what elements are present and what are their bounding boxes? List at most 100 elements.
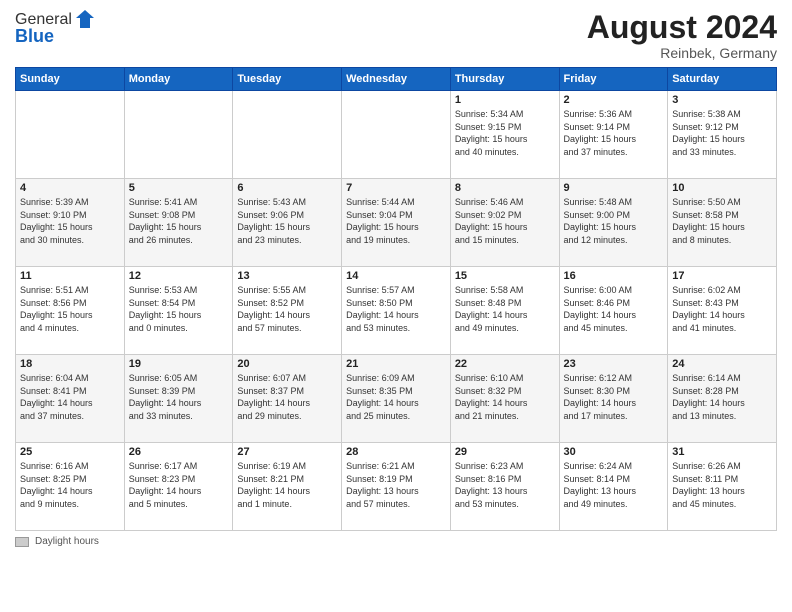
- table-row: 8 Sunrise: 5:46 AM Sunset: 9:02 PM Daylig…: [450, 179, 559, 267]
- table-row: 19 Sunrise: 6:05 AM Sunset: 8:39 PM Dayli…: [124, 355, 233, 443]
- calendar-table: Sunday Monday Tuesday Wednesday Thursday…: [15, 67, 777, 531]
- day-number: 4: [20, 182, 120, 194]
- day-info: Sunrise: 6:04 AM Sunset: 8:41 PM Dayligh…: [20, 372, 120, 422]
- day-info: Sunrise: 6:19 AM Sunset: 8:21 PM Dayligh…: [237, 460, 337, 510]
- day-number: 10: [672, 182, 772, 194]
- table-row: [342, 91, 451, 179]
- calendar-week-row: 11 Sunrise: 5:51 AM Sunset: 8:56 PM Dayli…: [16, 267, 777, 355]
- day-info: Sunrise: 5:34 AM Sunset: 9:15 PM Dayligh…: [455, 108, 555, 158]
- day-number: 9: [564, 182, 664, 194]
- day-info: Sunrise: 6:14 AM Sunset: 8:28 PM Dayligh…: [672, 372, 772, 422]
- month-year-title: August 2024: [587, 10, 777, 45]
- table-row: 7 Sunrise: 5:44 AM Sunset: 9:04 PM Daylig…: [342, 179, 451, 267]
- day-info: Sunrise: 5:57 AM Sunset: 8:50 PM Dayligh…: [346, 284, 446, 334]
- day-number: 7: [346, 182, 446, 194]
- day-info: Sunrise: 5:50 AM Sunset: 8:58 PM Dayligh…: [672, 196, 772, 246]
- day-number: 15: [455, 270, 555, 282]
- table-row: 2Sunrise: 5:36 AM Sunset: 9:14 PM Daylig…: [559, 91, 668, 179]
- calendar-week-row: 4 Sunrise: 5:39 AM Sunset: 9:10 PM Daylig…: [16, 179, 777, 267]
- day-number: 11: [20, 270, 120, 282]
- day-number: 19: [129, 358, 229, 370]
- day-number: 12: [129, 270, 229, 282]
- daylight-legend-label: Daylight hours: [35, 536, 99, 547]
- day-info: Sunrise: 5:44 AM Sunset: 9:04 PM Dayligh…: [346, 196, 446, 246]
- day-number: 31: [672, 446, 772, 458]
- day-number: 23: [564, 358, 664, 370]
- table-row: [233, 91, 342, 179]
- table-row: 29 Sunrise: 6:23 AM Sunset: 8:16 PM Dayli…: [450, 443, 559, 531]
- col-friday: Friday: [559, 68, 668, 91]
- day-info: Sunrise: 5:39 AM Sunset: 9:10 PM Dayligh…: [20, 196, 120, 246]
- logo-icon: [74, 8, 96, 30]
- table-row: 1Sunrise: 5:34 AM Sunset: 9:15 PM Daylig…: [450, 91, 559, 179]
- day-info: Sunrise: 5:55 AM Sunset: 8:52 PM Dayligh…: [237, 284, 337, 334]
- day-info: Sunrise: 6:07 AM Sunset: 8:37 PM Dayligh…: [237, 372, 337, 422]
- table-row: 23 Sunrise: 6:12 AM Sunset: 8:30 PM Dayli…: [559, 355, 668, 443]
- day-info: Sunrise: 6:17 AM Sunset: 8:23 PM Dayligh…: [129, 460, 229, 510]
- table-row: 10 Sunrise: 5:50 AM Sunset: 8:58 PM Dayli…: [668, 179, 777, 267]
- page: General Blue August 2024 Reinbek, German…: [0, 0, 792, 612]
- day-number: 25: [20, 446, 120, 458]
- day-number: 2: [564, 94, 664, 106]
- table-row: 27 Sunrise: 6:19 AM Sunset: 8:21 PM Dayli…: [233, 443, 342, 531]
- day-number: 6: [237, 182, 337, 194]
- day-number: 14: [346, 270, 446, 282]
- table-row: [124, 91, 233, 179]
- table-row: 13Sunrise: 5:55 AM Sunset: 8:52 PM Dayli…: [233, 267, 342, 355]
- day-number: 21: [346, 358, 446, 370]
- col-wednesday: Wednesday: [342, 68, 451, 91]
- table-row: 20 Sunrise: 6:07 AM Sunset: 8:37 PM Dayli…: [233, 355, 342, 443]
- day-number: 5: [129, 182, 229, 194]
- table-row: 3 Sunrise: 5:38 AM Sunset: 9:12 PM Daylig…: [668, 91, 777, 179]
- day-info: Sunrise: 5:51 AM Sunset: 8:56 PM Dayligh…: [20, 284, 120, 334]
- day-number: 28: [346, 446, 446, 458]
- table-row: 4 Sunrise: 5:39 AM Sunset: 9:10 PM Daylig…: [16, 179, 125, 267]
- table-row: 21 Sunrise: 6:09 AM Sunset: 8:35 PM Dayli…: [342, 355, 451, 443]
- day-number: 22: [455, 358, 555, 370]
- title-block: August 2024 Reinbek, Germany: [587, 10, 777, 61]
- day-info: Sunrise: 6:09 AM Sunset: 8:35 PM Dayligh…: [346, 372, 446, 422]
- location-subtitle: Reinbek, Germany: [587, 45, 777, 61]
- day-info: Sunrise: 5:53 AM Sunset: 8:54 PM Dayligh…: [129, 284, 229, 334]
- calendar-week-row: 1Sunrise: 5:34 AM Sunset: 9:15 PM Daylig…: [16, 91, 777, 179]
- day-info: Sunrise: 6:26 AM Sunset: 8:11 PM Dayligh…: [672, 460, 772, 510]
- day-info: Sunrise: 5:46 AM Sunset: 9:02 PM Dayligh…: [455, 196, 555, 246]
- table-row: [16, 91, 125, 179]
- col-saturday: Saturday: [668, 68, 777, 91]
- day-number: 26: [129, 446, 229, 458]
- day-info: Sunrise: 6:24 AM Sunset: 8:14 PM Dayligh…: [564, 460, 664, 510]
- table-row: 12 Sunrise: 5:53 AM Sunset: 8:54 PM Dayli…: [124, 267, 233, 355]
- day-info: Sunrise: 6:02 AM Sunset: 8:43 PM Dayligh…: [672, 284, 772, 334]
- day-number: 17: [672, 270, 772, 282]
- day-info: Sunrise: 6:00 AM Sunset: 8:46 PM Dayligh…: [564, 284, 664, 334]
- calendar-week-row: 18Sunrise: 6:04 AM Sunset: 8:41 PM Dayli…: [16, 355, 777, 443]
- day-info: Sunrise: 5:58 AM Sunset: 8:48 PM Dayligh…: [455, 284, 555, 334]
- day-info: Sunrise: 6:12 AM Sunset: 8:30 PM Dayligh…: [564, 372, 664, 422]
- table-row: 24 Sunrise: 6:14 AM Sunset: 8:28 PM Dayli…: [668, 355, 777, 443]
- day-info: Sunrise: 5:43 AM Sunset: 9:06 PM Dayligh…: [237, 196, 337, 246]
- day-info: Sunrise: 6:05 AM Sunset: 8:39 PM Dayligh…: [129, 372, 229, 422]
- calendar-header-row: Sunday Monday Tuesday Wednesday Thursday…: [16, 68, 777, 91]
- day-number: 8: [455, 182, 555, 194]
- table-row: 14 Sunrise: 5:57 AM Sunset: 8:50 PM Dayli…: [342, 267, 451, 355]
- calendar-week-row: 25Sunrise: 6:16 AM Sunset: 8:25 PM Dayli…: [16, 443, 777, 531]
- day-number: 20: [237, 358, 337, 370]
- day-info: Sunrise: 6:21 AM Sunset: 8:19 PM Dayligh…: [346, 460, 446, 510]
- day-info: Sunrise: 5:38 AM Sunset: 9:12 PM Dayligh…: [672, 108, 772, 158]
- col-monday: Monday: [124, 68, 233, 91]
- day-info: Sunrise: 6:23 AM Sunset: 8:16 PM Dayligh…: [455, 460, 555, 510]
- day-number: 27: [237, 446, 337, 458]
- table-row: 30Sunrise: 6:24 AM Sunset: 8:14 PM Dayli…: [559, 443, 668, 531]
- table-row: 9 Sunrise: 5:48 AM Sunset: 9:00 PM Daylig…: [559, 179, 668, 267]
- col-sunday: Sunday: [16, 68, 125, 91]
- day-number: 3: [672, 94, 772, 106]
- day-info: Sunrise: 5:48 AM Sunset: 9:00 PM Dayligh…: [564, 196, 664, 246]
- day-number: 24: [672, 358, 772, 370]
- table-row: 11 Sunrise: 5:51 AM Sunset: 8:56 PM Dayli…: [16, 267, 125, 355]
- daylight-legend-box: [15, 537, 29, 547]
- table-row: 16Sunrise: 6:00 AM Sunset: 8:46 PM Dayli…: [559, 267, 668, 355]
- day-info: Sunrise: 6:10 AM Sunset: 8:32 PM Dayligh…: [455, 372, 555, 422]
- table-row: 26 Sunrise: 6:17 AM Sunset: 8:23 PM Dayli…: [124, 443, 233, 531]
- day-number: 29: [455, 446, 555, 458]
- table-row: 31 Sunrise: 6:26 AM Sunset: 8:11 PM Dayli…: [668, 443, 777, 531]
